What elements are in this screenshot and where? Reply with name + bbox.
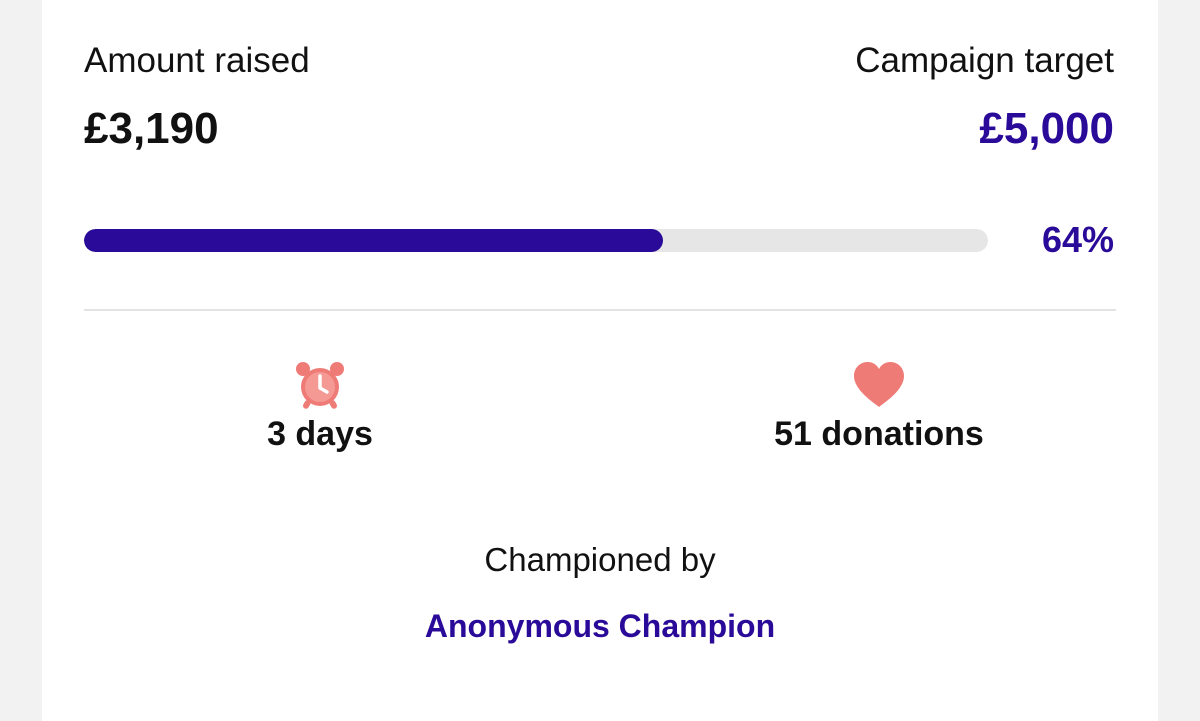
days-remaining-stat: 3 days	[170, 360, 470, 453]
championed-by-label: Championed by	[484, 541, 716, 578]
campaign-target-value: £5,000	[979, 104, 1114, 153]
amount-raised-label: Amount raised	[84, 41, 310, 80]
donations-count: 51 donations	[774, 415, 984, 453]
heart-icon	[854, 362, 904, 407]
donations-stat: 51 donations	[729, 360, 1029, 453]
campaign-card: Amount raised Campaign target £3,190 £5,…	[42, 0, 1158, 721]
champion-name-link[interactable]: Anonymous Champion	[42, 608, 1158, 644]
alarm-clock-icon	[296, 362, 344, 409]
campaign-target-label: Campaign target	[855, 41, 1114, 80]
days-remaining-value: 3 days	[267, 415, 373, 453]
progress-bar	[84, 229, 988, 252]
progress-bar-fill	[84, 229, 663, 252]
divider	[84, 309, 1116, 311]
amount-raised-value: £3,190	[84, 104, 219, 153]
progress-percent: 64%	[1041, 219, 1114, 260]
